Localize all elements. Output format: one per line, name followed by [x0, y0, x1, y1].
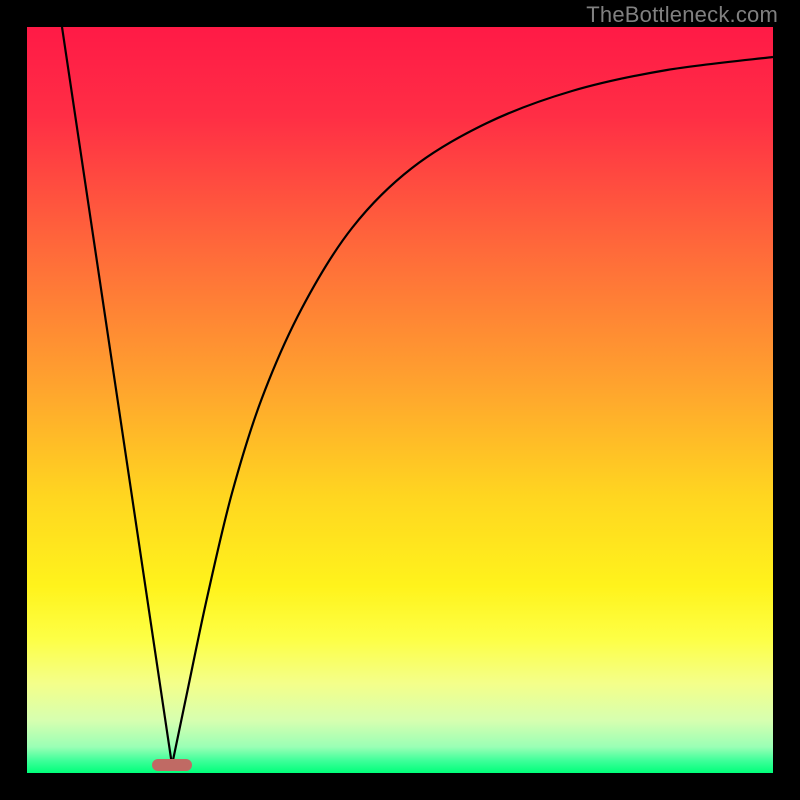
chart-frame: TheBottleneck.com	[0, 0, 800, 800]
watermark-text: TheBottleneck.com	[586, 2, 778, 28]
plot-area	[27, 27, 773, 773]
curves-layer	[27, 27, 773, 773]
left-line	[62, 27, 172, 765]
bottleneck-marker	[152, 759, 192, 771]
right-curve	[172, 57, 773, 765]
